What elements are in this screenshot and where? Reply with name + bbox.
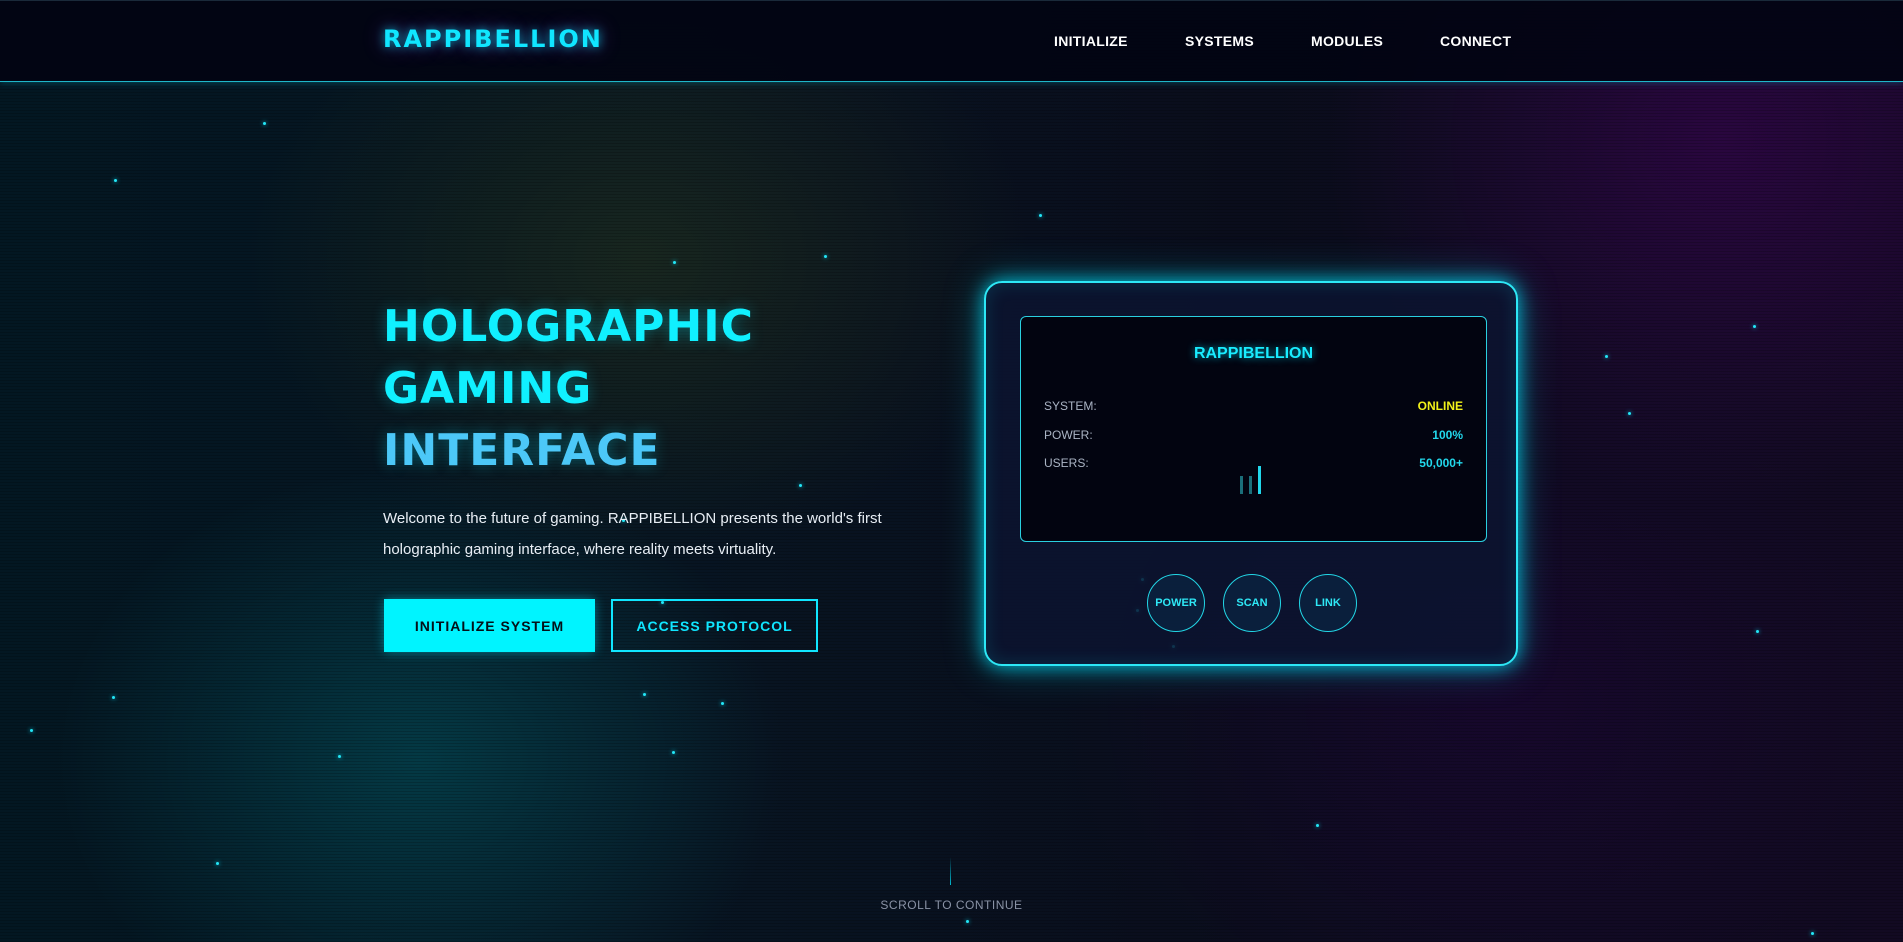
star-particle [114,179,117,182]
power-control-button[interactable]: POWER [1147,574,1205,632]
page: RAPPIBELLION INITIALIZE SYSTEMS MODULES … [0,0,1903,942]
signal-bar [1240,476,1243,494]
star-particle [1756,630,1759,633]
top-navbar: RAPPIBELLION INITIALIZE SYSTEMS MODULES … [0,0,1903,82]
star-particle [799,484,802,487]
star-particle [1811,932,1814,935]
hero-title-line-2: GAMING [383,363,593,414]
scanline-overlay [0,0,1903,942]
stat-label-users: USERS: [1044,456,1089,470]
star-particle [216,862,219,865]
star-particle [721,702,724,705]
star-particle [673,261,676,264]
star-particle [1605,355,1608,358]
hero-description: Welcome to the future of gaming. RAPPIBE… [383,510,882,558]
star-particle [112,696,115,699]
scroll-hint[interactable]: SCROLL TO CONTINUE [0,898,1903,912]
nav-link-modules[interactable]: MODULES [1311,33,1383,49]
stat-label-power: POWER: [1044,428,1093,442]
star-particle [338,755,341,758]
signal-bar [1249,476,1252,494]
star-particle [824,255,827,258]
stat-value-power: 100% [1432,428,1463,442]
star-particle [966,920,969,923]
star-particle [672,751,675,754]
star-particle [1039,214,1042,217]
brand-logo[interactable]: RAPPIBELLION [383,25,603,53]
star-particle [30,729,33,732]
star-particle [1753,325,1756,328]
stat-label-system: SYSTEM: [1044,399,1097,413]
nav-link-connect[interactable]: CONNECT [1440,33,1511,49]
star-particle [643,693,646,696]
holographic-device-panel: RAPPIBELLION SYSTEM: ONLINE POWER: 100% … [984,281,1518,666]
stat-value-users: 50,000+ [1419,456,1463,470]
scan-control-button[interactable]: SCAN [1223,574,1281,632]
hero-title-line-1: HOLOGRAPHIC [383,301,754,352]
star-particle [263,122,266,125]
stat-value-system: ONLINE [1417,399,1463,413]
hero-title: HOLOGRAPHIC GAMING INTERFACE [383,296,754,482]
screen-title: RAPPIBELLION [1193,345,1314,362]
link-control-button[interactable]: LINK [1299,574,1357,632]
hero-title-line-3: INTERFACE [383,425,661,476]
nav-link-initialize[interactable]: INITIALIZE [1054,33,1128,49]
initialize-system-button[interactable]: INITIALIZE SYSTEM [384,599,595,652]
scroll-indicator-line [950,857,951,885]
signal-bar [1258,466,1261,494]
access-protocol-button[interactable]: ACCESS PROTOCOL [611,599,818,652]
star-particle [1628,412,1631,415]
device-screen: RAPPIBELLION SYSTEM: ONLINE POWER: 100% … [1020,316,1487,542]
nav-link-systems[interactable]: SYSTEMS [1185,33,1254,49]
star-particle [1316,824,1319,827]
